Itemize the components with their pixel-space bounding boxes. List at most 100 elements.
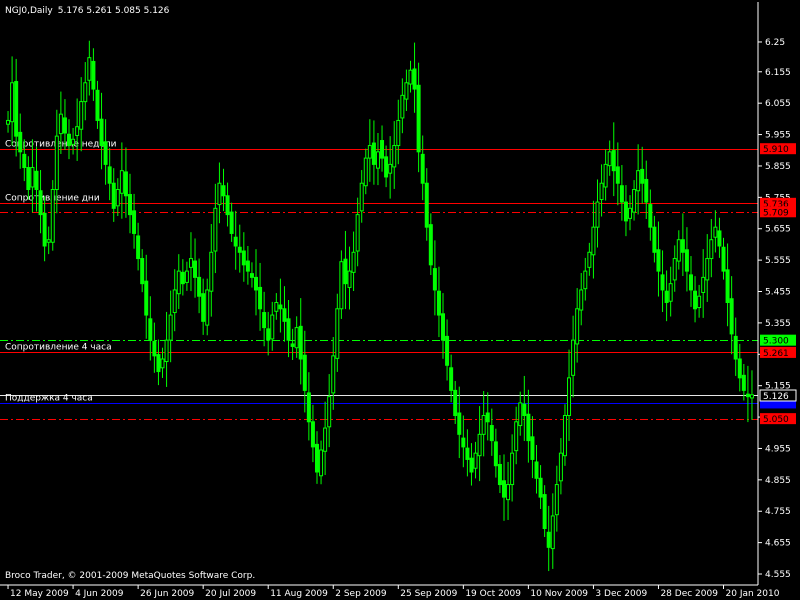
candle-body <box>449 367 454 391</box>
candle-body <box>392 145 397 168</box>
time-tick-label: 28 Dec 2009 <box>660 589 718 599</box>
candle-body <box>132 210 137 234</box>
candle-body <box>83 82 88 103</box>
candle-body <box>18 131 23 153</box>
candle-body <box>530 436 535 460</box>
level-price-tag: 5.261 <box>763 349 789 359</box>
price-tick-label: 5.355 <box>765 319 791 329</box>
candle-body <box>473 452 478 469</box>
price-tick-label: 5.655 <box>765 225 791 235</box>
candle-body <box>461 437 466 448</box>
candle-body <box>42 212 47 247</box>
candle-body <box>713 226 718 238</box>
candle-body <box>697 295 702 309</box>
candle-body <box>298 325 303 360</box>
candle-body <box>538 477 543 498</box>
candle-body <box>465 447 470 460</box>
candle-body <box>10 82 15 123</box>
candle-body <box>213 207 218 252</box>
price-tick-label: 4.855 <box>765 476 791 486</box>
candle-body <box>180 271 185 285</box>
level-price-tag: 5.300 <box>763 337 789 347</box>
candle-body <box>469 457 474 473</box>
candle-body <box>209 251 214 292</box>
candle-body <box>225 195 230 216</box>
candle-body <box>676 239 681 262</box>
candle-body <box>481 415 486 435</box>
candle-body <box>485 412 490 423</box>
candle-body <box>323 427 328 452</box>
candle-body <box>144 280 149 316</box>
candle-body <box>168 314 173 341</box>
candle-body <box>457 412 462 435</box>
candle-body <box>611 150 616 172</box>
candle-body <box>656 249 661 272</box>
candle-body <box>152 340 157 357</box>
candle-body <box>254 276 259 291</box>
candle-body <box>26 167 31 190</box>
candle-body <box>522 403 527 417</box>
candle-body <box>514 421 519 452</box>
candle-body <box>717 230 722 247</box>
candle-body <box>30 167 35 188</box>
candle-body <box>550 515 555 550</box>
price-chart[interactable]: Сопротивление неделиСопротивление дниСоп… <box>0 0 800 600</box>
candle-body <box>249 273 254 278</box>
candle-body <box>164 339 169 363</box>
candle-body <box>493 441 498 467</box>
candle-body <box>693 290 698 310</box>
candle-body <box>623 201 628 222</box>
candle-body <box>258 286 263 310</box>
candle-body <box>412 68 417 90</box>
candle-body <box>705 258 710 281</box>
time-tick-label: 25 Sep 2009 <box>400 589 457 599</box>
price-tick-label: 5.855 <box>765 162 791 172</box>
candle-body <box>546 531 551 548</box>
candle-body <box>127 194 132 216</box>
candle-body <box>408 69 413 85</box>
candle-body <box>489 425 494 442</box>
price-tick-label: 5.555 <box>765 256 791 266</box>
candle-body <box>660 274 665 291</box>
candle-body <box>197 276 202 297</box>
candle-body <box>668 283 673 302</box>
candle-body <box>310 421 315 448</box>
candle-body <box>404 82 409 100</box>
candle-body <box>664 290 669 304</box>
candle-body <box>38 190 43 216</box>
candle-body <box>319 449 324 477</box>
candle-body <box>50 189 55 243</box>
candle-body <box>510 452 515 486</box>
candle-body <box>453 389 458 416</box>
candle-body <box>567 377 572 417</box>
candle-body <box>371 142 376 165</box>
price-tick-label: 6.155 <box>765 68 791 78</box>
candle-body <box>737 358 742 379</box>
candle-body <box>579 289 584 311</box>
candle-body <box>241 250 246 266</box>
candle-body <box>441 313 446 341</box>
candle-body <box>22 153 27 169</box>
candle <box>50 180 55 251</box>
candle-body <box>339 261 344 310</box>
candle-body <box>278 304 283 310</box>
candle-body <box>262 312 267 329</box>
candle-body <box>709 239 714 260</box>
level-price-tag: 5.910 <box>763 145 789 155</box>
candle-body <box>684 249 689 272</box>
candle-body <box>688 274 693 291</box>
candle-body <box>518 402 523 427</box>
candle-body <box>477 433 482 457</box>
candle-body <box>749 394 754 399</box>
candle-body <box>575 308 580 345</box>
candle-body <box>640 168 645 184</box>
candle-body <box>384 156 389 178</box>
candle-body <box>34 170 39 191</box>
candle-body <box>160 358 165 369</box>
candle-body <box>375 151 380 169</box>
candle-body <box>156 354 161 373</box>
time-tick-label: 2 Sep 2009 <box>335 589 387 599</box>
candle-body <box>416 84 421 153</box>
candle-body <box>506 484 511 501</box>
candle-body <box>54 135 59 190</box>
